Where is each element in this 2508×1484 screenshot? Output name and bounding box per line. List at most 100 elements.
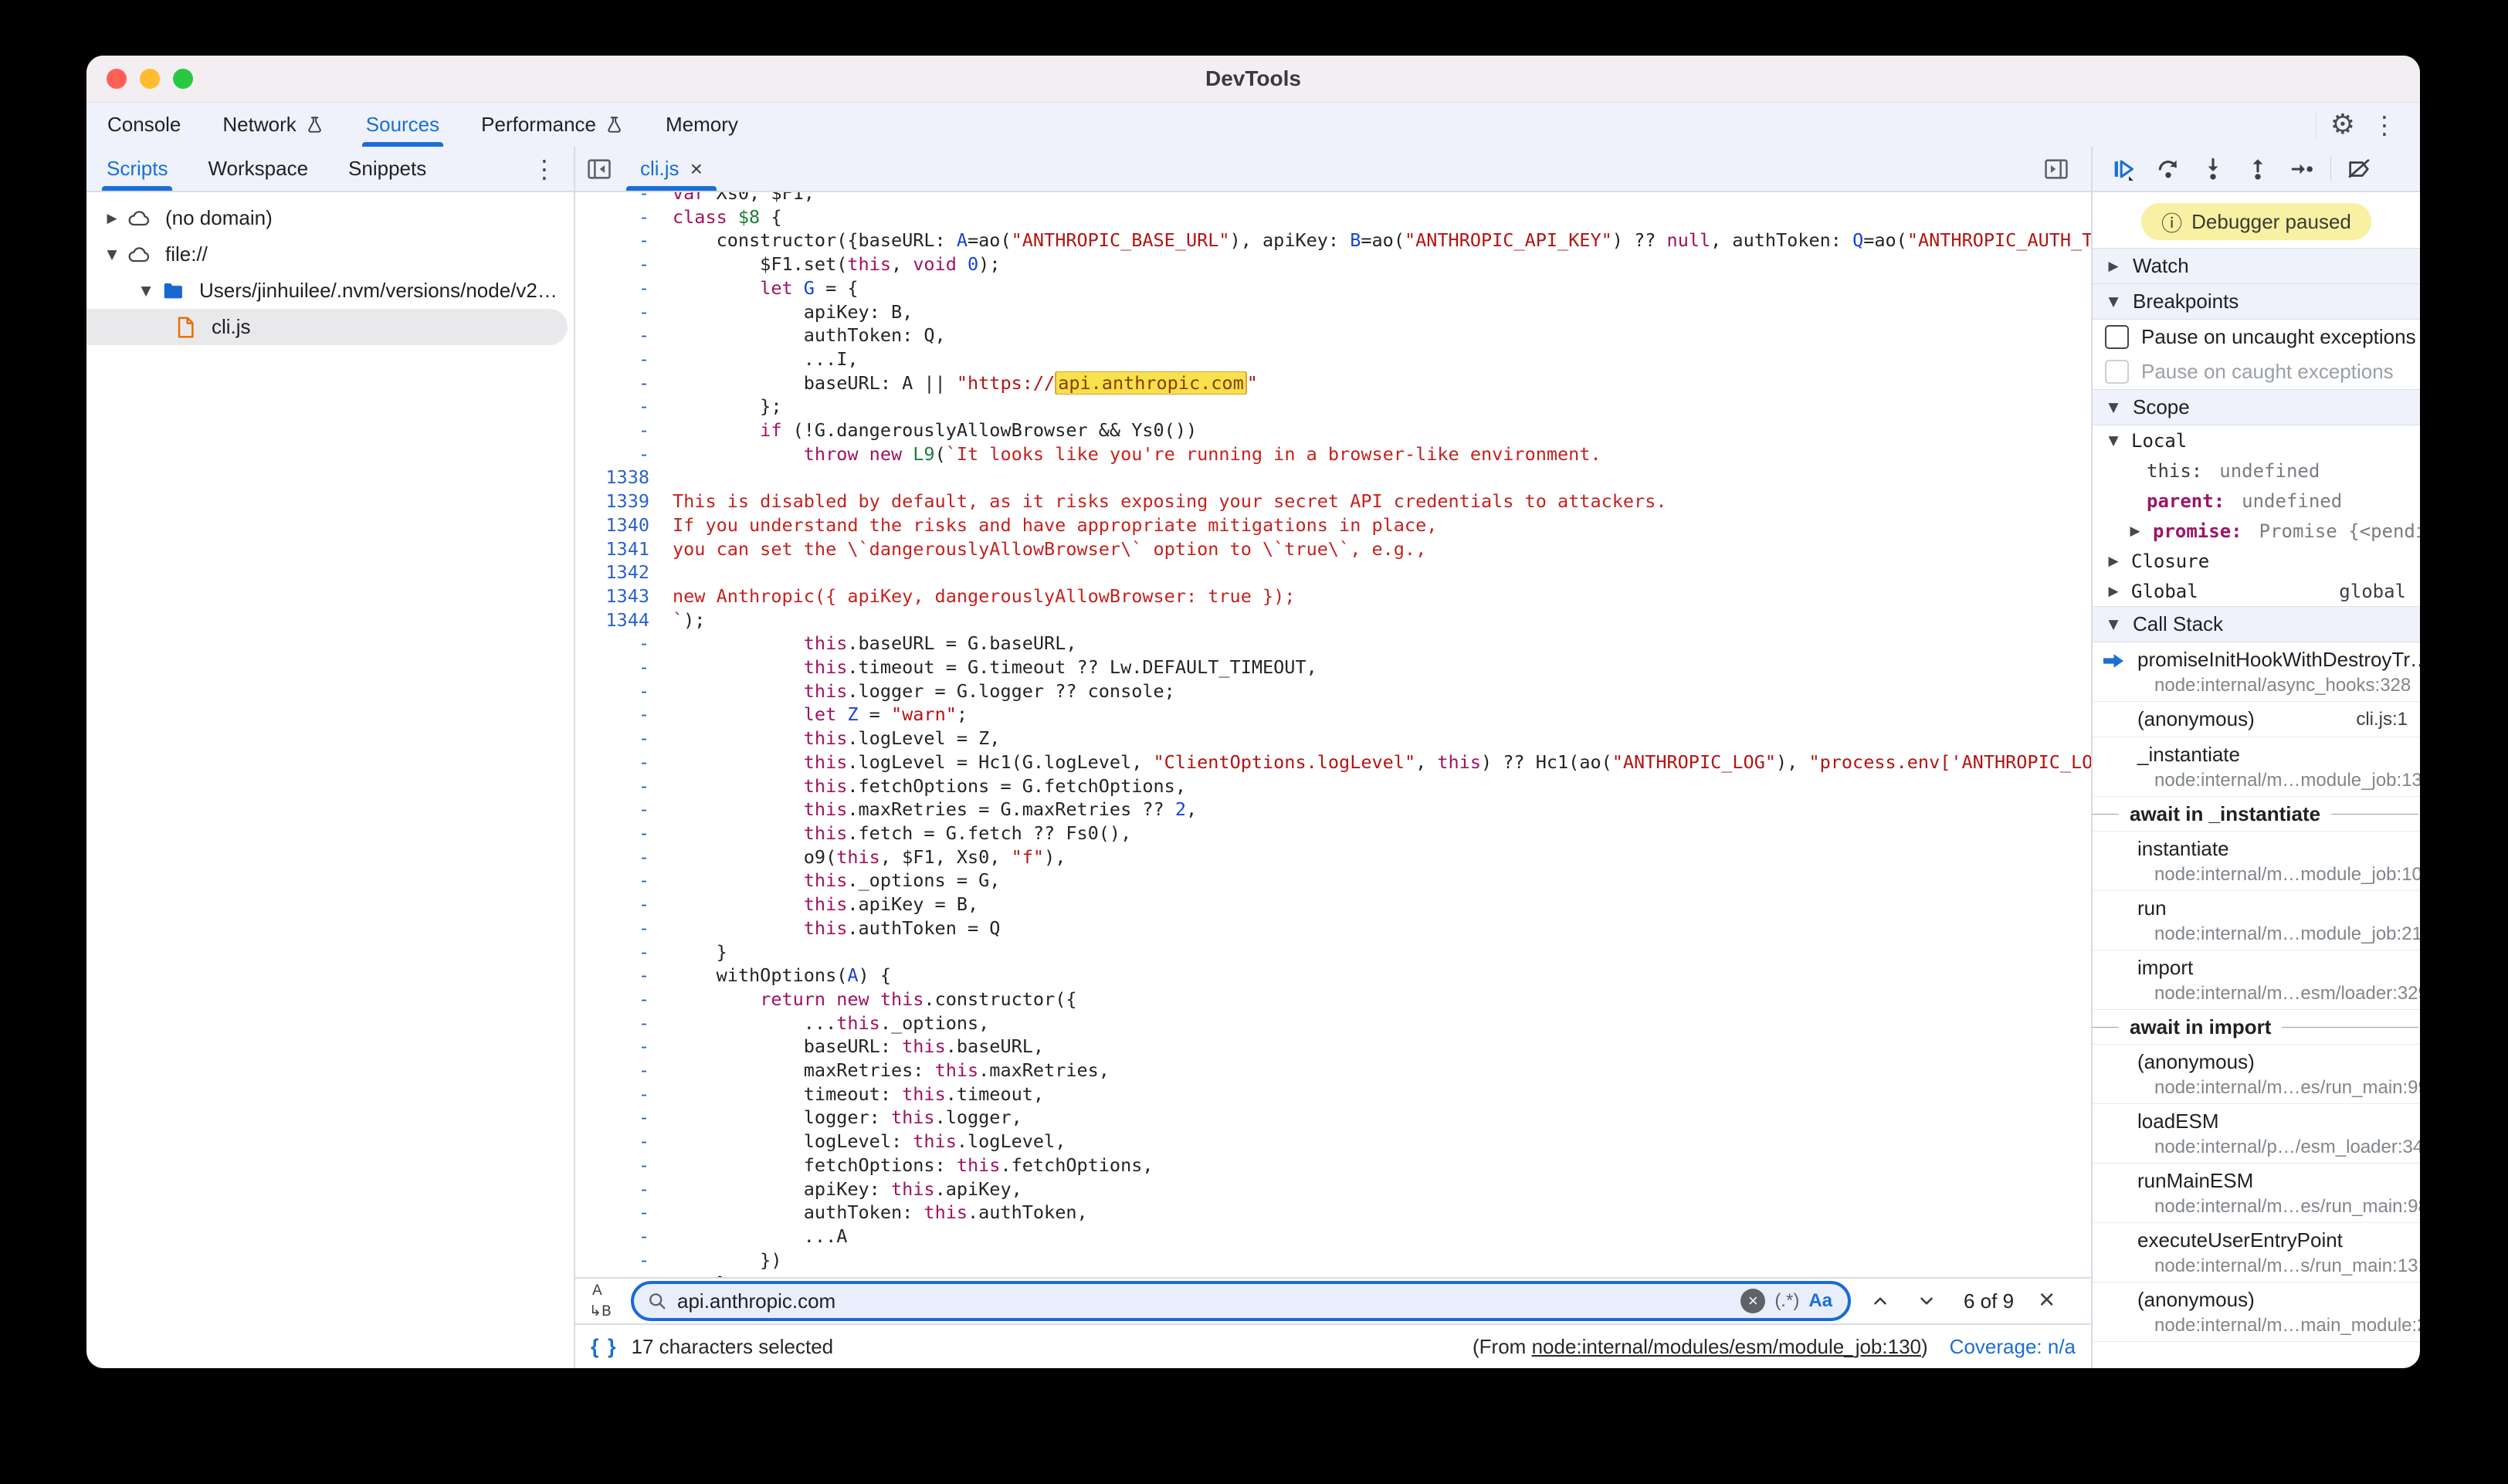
call-stack-frame[interactable]: runnode:internal/m…module_job:214 xyxy=(2093,891,2420,950)
code-line[interactable]: - ...A xyxy=(575,1225,2091,1249)
line-gutter[interactable]: - xyxy=(575,869,673,893)
line-gutter[interactable]: 1338 xyxy=(575,466,673,490)
code-line[interactable]: - timeout: this.timeout, xyxy=(575,1083,2091,1106)
module-link[interactable]: node:internal/modules/esm/module_job:130 xyxy=(1532,1335,1921,1358)
line-gutter[interactable]: - xyxy=(575,798,673,822)
call-stack-frame[interactable]: promiseInitHookWithDestroyTr…node:intern… xyxy=(2093,642,2420,702)
more-options-icon[interactable]: ⋮ xyxy=(2361,113,2408,137)
coverage-link[interactable]: Coverage: n/a xyxy=(1950,1335,2076,1359)
scope-property[interactable]: parent:undefined xyxy=(2093,486,2420,516)
line-gutter[interactable]: - xyxy=(575,656,673,679)
chevron-right-icon[interactable]: ▶ xyxy=(2105,554,2122,569)
tree-item-folder[interactable]: ▼ Users/jinhuilee/.nvm/versions/node/v2… xyxy=(86,273,574,309)
line-gutter[interactable]: - xyxy=(575,371,673,395)
code-line[interactable]: - this.logger = G.logger ?? console; xyxy=(575,679,2091,703)
line-gutter[interactable]: - xyxy=(575,964,673,988)
line-gutter[interactable]: 1339 xyxy=(575,490,673,513)
code-line[interactable]: - this.logLevel = Z, xyxy=(575,727,2091,750)
code-line[interactable]: - apiKey: B, xyxy=(575,300,2091,324)
line-gutter[interactable]: - xyxy=(575,893,673,916)
navigator-more-icon[interactable]: ⋮ xyxy=(521,157,568,181)
code-line[interactable]: - this.authToken = Q xyxy=(575,916,2091,940)
line-gutter[interactable]: - xyxy=(575,632,673,656)
line-gutter[interactable]: - xyxy=(575,750,673,774)
chevron-right-icon[interactable]: ▶ xyxy=(100,211,124,226)
code-line[interactable]: 1344`); xyxy=(575,608,2091,632)
section-call-stack[interactable]: ▼ Call Stack xyxy=(2093,606,2420,642)
line-gutter[interactable]: - xyxy=(575,192,673,205)
tree-item-no-domain[interactable]: ▶ (no domain) xyxy=(86,200,574,236)
line-gutter[interactable]: - xyxy=(575,205,673,229)
line-gutter[interactable]: - xyxy=(575,395,673,418)
code-line[interactable]: 1338 xyxy=(575,466,2091,490)
line-gutter[interactable]: - xyxy=(575,1177,673,1201)
step-over-button[interactable] xyxy=(2148,151,2188,187)
line-gutter[interactable]: - xyxy=(575,276,673,300)
line-gutter[interactable]: - xyxy=(575,916,673,940)
code-line[interactable]: - this.logLevel = Hc1(G.logLevel, "Clien… xyxy=(575,750,2091,774)
step-out-button[interactable] xyxy=(2238,151,2278,187)
line-gutter[interactable]: 1341 xyxy=(575,537,673,561)
code-line[interactable]: - let G = { xyxy=(575,276,2091,300)
settings-gear-icon[interactable]: ⚙ xyxy=(2330,111,2355,139)
expand-debugger-icon[interactable] xyxy=(2032,156,2080,182)
code-line[interactable]: - baseURL: A || "https://api.anthropic.c… xyxy=(575,371,2091,395)
code-line[interactable]: - maxRetries: this.maxRetries, xyxy=(575,1059,2091,1083)
line-gutter[interactable]: 1342 xyxy=(575,561,673,584)
previous-match-button[interactable] xyxy=(1863,1284,1897,1318)
chevron-down-icon[interactable]: ▼ xyxy=(100,247,124,263)
code-line[interactable]: - let Z = "warn"; xyxy=(575,703,2091,727)
line-gutter[interactable]: - xyxy=(575,940,673,964)
line-gutter[interactable]: - xyxy=(575,1272,673,1277)
checkbox[interactable] xyxy=(2105,360,2129,384)
file-tab-clijs[interactable]: cli.js × xyxy=(623,147,720,191)
code-line[interactable]: - logger: this.logger, xyxy=(575,1106,2091,1130)
code-line[interactable]: - $F1.set(this, void 0); xyxy=(575,252,2091,276)
code-line[interactable]: - this._options = G, xyxy=(575,869,2091,893)
line-gutter[interactable]: - xyxy=(575,845,673,869)
tab-network[interactable]: Network xyxy=(202,103,344,147)
line-gutter[interactable]: - xyxy=(575,1011,673,1035)
code-line[interactable]: - throw new L9(`It looks like you're run… xyxy=(575,442,2091,466)
tree-item-clijs[interactable]: cli.js xyxy=(86,309,568,345)
line-gutter[interactable]: 1340 xyxy=(575,513,673,537)
call-stack-frame[interactable]: runMainESMnode:internal/m…es/run_main:98 xyxy=(2093,1164,2420,1223)
line-gutter[interactable]: - xyxy=(575,727,673,750)
section-breakpoints[interactable]: ▼ Breakpoints xyxy=(2093,284,2420,320)
call-stack-frame[interactable]: (anonymous)cli.js:1 xyxy=(2093,702,2420,737)
call-stack-frame[interactable]: (anonymous)node:internal/m…es/run_main:9… xyxy=(2093,1045,2420,1104)
code-line[interactable]: 1339This is disabled by default, as it r… xyxy=(575,490,2091,513)
code-line[interactable]: - o9(this, $F1, Xs0, "f"), xyxy=(575,845,2091,869)
line-gutter[interactable]: - xyxy=(575,822,673,845)
step-into-button[interactable] xyxy=(2193,151,2233,187)
resume-button[interactable] xyxy=(2103,151,2144,187)
code-line[interactable]: 1343new Anthropic({ apiKey, dangerouslyA… xyxy=(575,584,2091,608)
line-gutter[interactable]: - xyxy=(575,1225,673,1249)
line-gutter[interactable]: - xyxy=(575,1130,673,1154)
code-line[interactable]: - logLevel: this.logLevel, xyxy=(575,1130,2091,1154)
call-stack-frame[interactable]: (anonymous)node:internal/m…main_module:2 xyxy=(2093,1282,2420,1342)
chevron-down-icon[interactable]: ▼ xyxy=(134,283,158,299)
line-gutter[interactable]: - xyxy=(575,1083,673,1106)
code-line[interactable]: - this.baseURL = G.baseURL, xyxy=(575,632,2091,656)
replace-toggle-icon[interactable]: A ↳B xyxy=(588,1284,619,1318)
code-line[interactable]: - ...I, xyxy=(575,347,2091,371)
scope-group-local[interactable]: ▼Local xyxy=(2093,425,2420,456)
scope-property[interactable]: this:undefined xyxy=(2093,456,2420,486)
collapse-navigator-icon[interactable] xyxy=(575,147,623,191)
line-gutter[interactable]: 1344 xyxy=(575,608,673,632)
line-gutter[interactable]: - xyxy=(575,300,673,324)
scope-group-closure[interactable]: ▶Closure xyxy=(2093,546,2420,576)
deactivate-breakpoints-icon[interactable] xyxy=(2339,151,2379,187)
line-gutter[interactable]: - xyxy=(575,774,673,798)
call-stack-frame[interactable]: executeUserEntryPointnode:internal/m…s/r… xyxy=(2093,1223,2420,1282)
code-line[interactable]: - }) xyxy=(575,1249,2091,1272)
call-stack-frame[interactable]: _instantiatenode:internal/m…module_job:1… xyxy=(2093,737,2420,797)
code-line[interactable]: - authToken: this.authToken, xyxy=(575,1201,2091,1225)
line-gutter[interactable]: - xyxy=(575,1035,673,1059)
code-line[interactable]: - if (!G.dangerouslyAllowBrowser && Ys0(… xyxy=(575,418,2091,442)
clear-search-icon[interactable]: × xyxy=(1740,1289,1765,1313)
tab-sources[interactable]: Sources xyxy=(345,103,460,147)
line-gutter[interactable]: - xyxy=(575,347,673,371)
tab-memory[interactable]: Memory xyxy=(645,103,759,147)
